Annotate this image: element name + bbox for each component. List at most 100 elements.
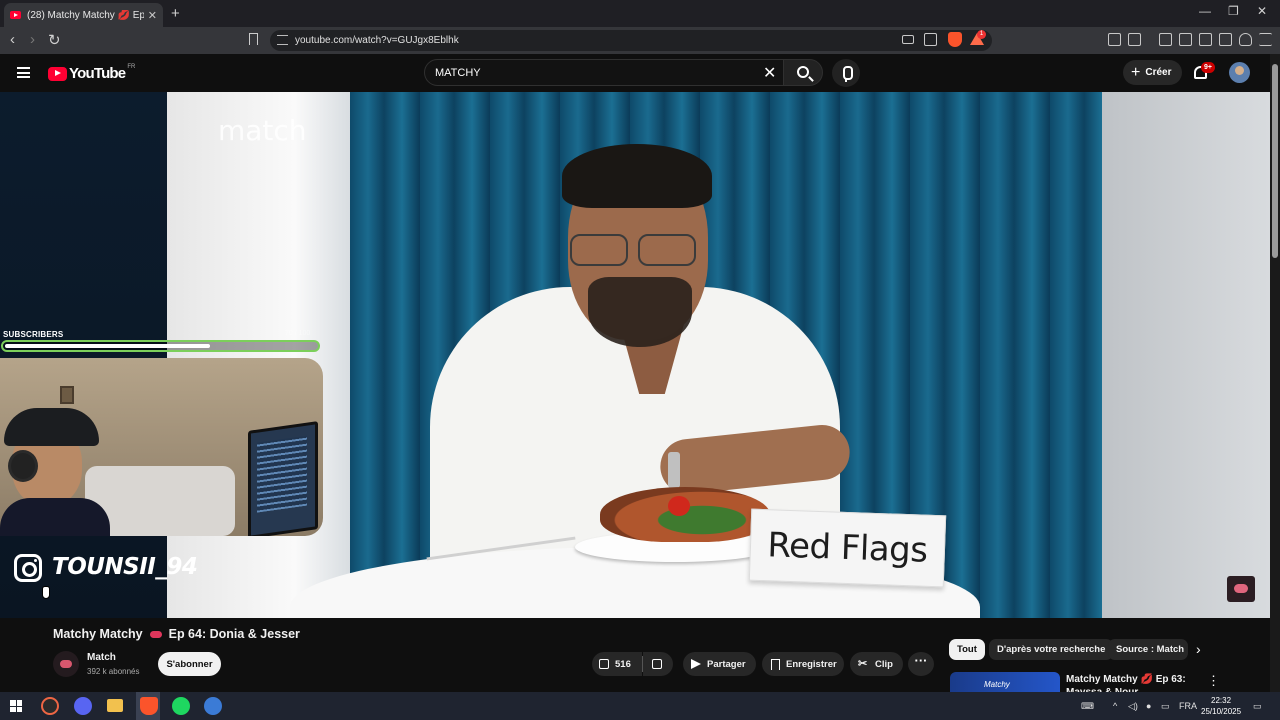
browser-tab[interactable]: (28) Matchy Matchy 💋 Ep 64: D ✕: [4, 3, 163, 27]
instagram-dot: [34, 559, 37, 562]
channel-name[interactable]: Match: [87, 652, 116, 663]
share-page-icon[interactable]: [924, 33, 937, 46]
back-button[interactable]: ‹: [10, 31, 15, 48]
like-button[interactable]: 516: [592, 652, 642, 676]
site-info-icon[interactable]: [277, 35, 288, 45]
subscriber-count: 392 k abonnés: [87, 667, 140, 676]
subscribe-button[interactable]: S'abonner: [158, 652, 221, 676]
brave-shields-icon[interactable]: [948, 32, 962, 47]
create-label: Créer: [1145, 67, 1172, 78]
sidebar-icon[interactable]: [1179, 33, 1192, 46]
guest-beard: [588, 277, 692, 347]
scrollbar-thumb[interactable]: [1272, 64, 1278, 258]
thumbs-down-icon: [652, 659, 662, 669]
recommended-more-icon[interactable]: ⋮: [1207, 673, 1220, 689]
share-button[interactable]: Partager: [683, 652, 756, 676]
restore-button[interactable]: ❐: [1228, 4, 1239, 18]
language-indicator[interactable]: FRA: [1179, 701, 1197, 711]
recommended-thumb-text: Matchy: [984, 680, 1010, 689]
clip-label: Clip: [875, 658, 893, 670]
voice-search-mic-icon[interactable]: [832, 59, 860, 87]
account-avatar[interactable]: [1229, 62, 1250, 83]
bookmark-save-icon: [771, 658, 780, 670]
volume-icon[interactable]: ◁): [1128, 701, 1138, 712]
close-window-button[interactable]: ✕: [1257, 4, 1267, 18]
file-explorer-icon[interactable]: [107, 699, 123, 712]
glasses-lens-left: [570, 234, 628, 266]
vpn-icon[interactable]: [1239, 33, 1252, 46]
search-icon: [797, 66, 809, 78]
address-bar[interactable]: youtube.com/watch?v=GUJgx8Eblhk: [270, 30, 992, 51]
save-label: Enregistrer: [786, 658, 837, 670]
chips-next-icon[interactable]: ›: [1196, 641, 1201, 657]
glasses-lens-right: [638, 234, 696, 266]
system-clock[interactable]: 22:32 25/10/2025: [1201, 695, 1241, 717]
browser-tab-strip: (28) Matchy Matchy 💋 Ep 64: D ✕ + — ❐ ✕: [0, 0, 1280, 27]
channel-watermark-icon[interactable]: [1227, 576, 1255, 602]
scene-food: [600, 487, 770, 542]
forward-button[interactable]: ›: [30, 31, 35, 48]
new-tab-button[interactable]: +: [171, 5, 180, 22]
reload-button[interactable]: ↻: [48, 31, 61, 49]
streamer-webcam: [0, 358, 323, 536]
country-code: FR: [127, 63, 136, 70]
save-button[interactable]: Enregistrer: [762, 652, 844, 676]
search-button[interactable]: [783, 59, 823, 86]
minimize-button[interactable]: —: [1199, 4, 1211, 18]
video-player[interactable]: match Red Flags SUBSCRIBERS 70 / 100 TOU…: [0, 92, 1270, 618]
chip-related-search[interactable]: D'après votre recherche: [989, 639, 1114, 660]
wallet-icon[interactable]: [1199, 33, 1212, 46]
media-icon[interactable]: [1159, 33, 1172, 46]
clip-button[interactable]: ✂ Clip: [850, 652, 903, 676]
spotify-icon[interactable]: [172, 697, 190, 715]
notifications-badge: 9+: [1201, 62, 1215, 73]
match-watermark: match: [218, 114, 307, 147]
subscribers-goal-count: 70 / 100: [285, 330, 311, 337]
tab-close-icon[interactable]: ✕: [148, 9, 157, 22]
wall-frame: [60, 386, 74, 404]
video-title-part2: Ep 64: Donia & Jesser: [168, 627, 300, 641]
channel-avatar[interactable]: [53, 651, 79, 677]
discord-icon[interactable]: [74, 697, 92, 715]
taskbar-app-blue-icon[interactable]: [204, 697, 222, 715]
menu-icon[interactable]: [1259, 33, 1272, 46]
subscribers-goal-fill: [5, 344, 210, 348]
recommended-thumbnail[interactable]: Matchy: [950, 672, 1060, 692]
youtube-logo[interactable]: YouTube FR: [48, 63, 136, 82]
screenshot-icon[interactable]: [1128, 33, 1141, 46]
network-icon[interactable]: ▭: [1161, 701, 1170, 712]
clear-search-icon[interactable]: ✕: [763, 63, 776, 83]
leo-ai-icon[interactable]: [1219, 33, 1232, 46]
url-text: youtube.com/watch?v=GUJgx8Eblhk: [295, 35, 459, 46]
chip-all[interactable]: Tout: [949, 639, 985, 660]
cast-icon[interactable]: [902, 35, 914, 44]
browser-toolbar: ‹ › ↻ youtube.com/watch?v=GUJgx8Eblhk 1: [0, 27, 1280, 54]
dislike-button[interactable]: [643, 652, 673, 676]
share-icon: [691, 659, 701, 669]
search-input[interactable]: MATCHY: [424, 59, 784, 86]
webcam-monitor: [248, 421, 318, 536]
windows-start-icon[interactable]: [10, 700, 22, 712]
clock-time: 22:32: [1211, 696, 1232, 705]
streamer-shirt: [0, 498, 110, 536]
scene-wall-left: [167, 92, 350, 618]
microphone-icon[interactable]: ●: [1146, 701, 1151, 711]
taskbar-app-icon[interactable]: [41, 697, 59, 715]
instagram-icon: [14, 554, 42, 582]
create-button[interactable]: + Créer: [1123, 60, 1182, 85]
guest-glasses: [568, 234, 700, 268]
thumbs-up-icon: [599, 659, 609, 669]
guide-menu-icon[interactable]: [17, 67, 30, 78]
bookmark-icon[interactable]: [249, 33, 258, 45]
touch-keyboard-icon[interactable]: ⌨: [1081, 701, 1094, 712]
recommended-title[interactable]: Matchy Matchy 💋 Ep 63: Mayssa & Nour: [1066, 673, 1196, 693]
more-actions-button[interactable]: ···: [908, 652, 934, 676]
chip-source-match[interactable]: Source : Match: [1108, 639, 1188, 660]
extensions-icon[interactable]: [1108, 33, 1121, 46]
tray-overflow-icon[interactable]: ^: [1113, 701, 1117, 711]
notification-center-icon[interactable]: ▭: [1253, 701, 1262, 712]
instagram-handle: TOUNSII_94: [52, 554, 198, 580]
red-flags-card: Red Flags: [748, 508, 947, 588]
brave-browser-icon[interactable]: [140, 697, 158, 715]
scissors-icon: ✂: [858, 657, 868, 670]
